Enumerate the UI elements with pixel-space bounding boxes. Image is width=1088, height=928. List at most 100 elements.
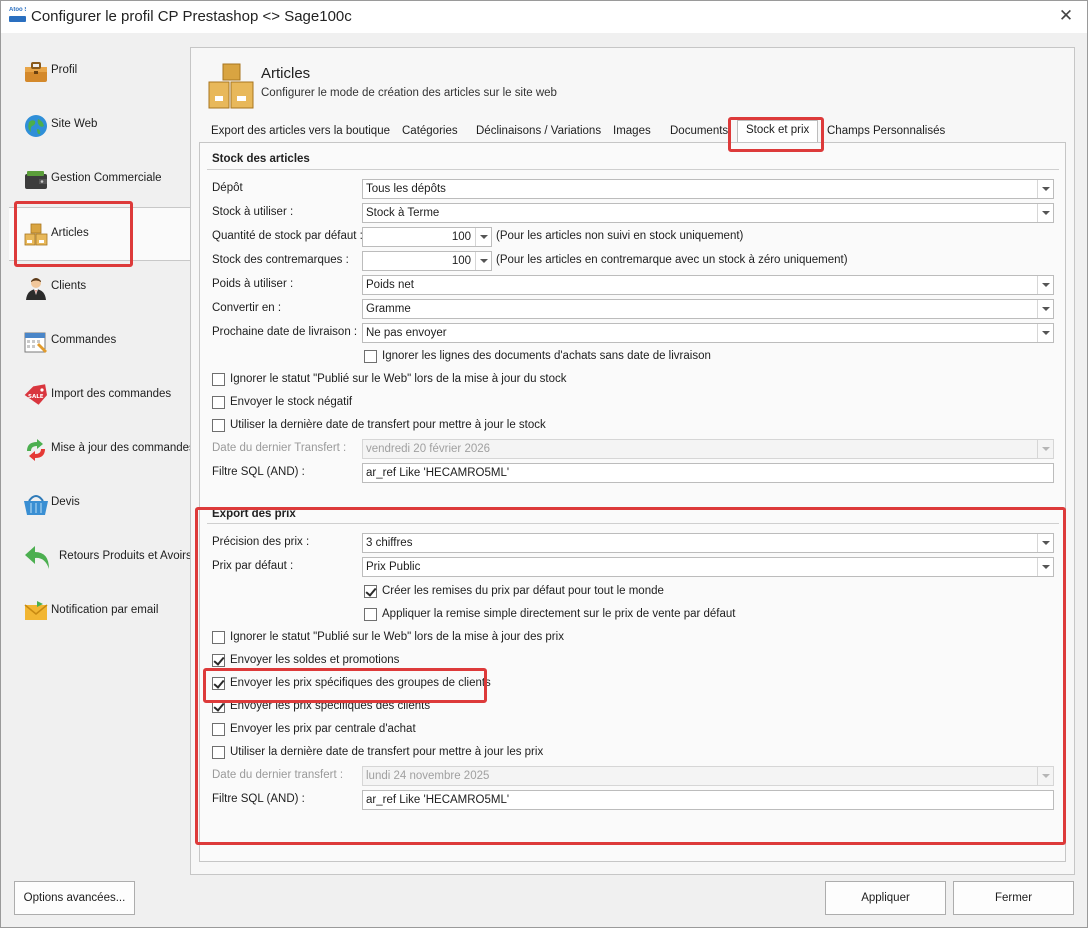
sidebar-item-label: Commandes xyxy=(51,334,117,346)
sidebar-item-label: Clients xyxy=(51,280,87,292)
checkbox-label: Ignorer le statut "Publié sur le Web" lo… xyxy=(230,373,567,385)
precision-select[interactable]: 3 chiffres xyxy=(362,533,1054,553)
checkbox-box xyxy=(364,585,377,598)
sidebar-item-label: Mise à jour des commandes xyxy=(51,442,195,454)
chevron-down-icon[interactable] xyxy=(475,228,491,246)
checkbox-box xyxy=(212,723,225,736)
sidebar-item-notification-email[interactable]: Notification par email xyxy=(9,585,191,639)
sidebar-item-label: Gestion Commerciale xyxy=(51,172,162,184)
briefcase-icon xyxy=(25,62,47,82)
basket-icon xyxy=(24,495,48,515)
chevron-down-icon xyxy=(1037,440,1053,458)
checkbox-label: Envoyer le stock négatif xyxy=(230,396,353,408)
sale-tag-icon: SALE xyxy=(24,384,48,405)
checkbox-box xyxy=(212,746,225,759)
tab-stock-et-prix[interactable]: Stock et prix xyxy=(737,120,819,142)
sidebar-item-mise-a-jour-commandes[interactable]: Mise à jour des commandes xyxy=(9,423,195,477)
chevron-down-icon xyxy=(1037,534,1053,552)
stock-sql-label: Filtre SQL (AND) : xyxy=(212,466,305,478)
checkbox-box xyxy=(364,350,377,363)
advanced-options-button[interactable]: Options avancées... xyxy=(14,881,135,915)
sidebar-item-label: Import des commandes xyxy=(51,388,172,400)
contremarque-spinner[interactable]: 100 xyxy=(362,251,492,271)
sidebar-item-site-web[interactable]: Site Web xyxy=(9,99,191,153)
convert-value: Gramme xyxy=(366,303,411,315)
checkbox-label: Envoyer les prix par centrale d'achat xyxy=(230,723,416,735)
sidebar-item-label: Articles xyxy=(51,227,89,239)
default-price-select[interactable]: Prix Public xyxy=(362,557,1054,577)
checkbox-label: Utiliser la dernière date de transfert p… xyxy=(230,746,544,758)
prices-sql-value: ar_ref Like 'HECAMRO5ML' xyxy=(366,794,510,806)
chevron-down-icon xyxy=(1037,300,1053,318)
weight-select[interactable]: Poids net xyxy=(362,275,1054,295)
boxes-header-icon xyxy=(208,63,254,109)
checkbox-label: Utiliser la dernière date de transfert p… xyxy=(230,419,546,431)
wallet-icon xyxy=(25,171,47,189)
checkbox-box xyxy=(212,373,225,386)
return-arrow-icon xyxy=(25,546,49,569)
chevron-down-icon xyxy=(1037,204,1053,222)
tab-declinaisons[interactable]: Déclinaisons / Variations xyxy=(476,122,601,142)
chevron-down-icon[interactable] xyxy=(475,252,491,270)
stock-last-transfer-label: Date du dernier Transfert : xyxy=(212,442,347,454)
checkbox-box xyxy=(364,608,377,621)
sidebar-item-import-commandes[interactable]: SALE Import des commandes xyxy=(9,369,191,423)
sidebar-item-commandes[interactable]: Commandes xyxy=(9,315,191,369)
page-title: Articles xyxy=(261,65,311,82)
convert-label: Convertir en : xyxy=(212,302,282,314)
tab-images[interactable]: Images xyxy=(613,122,651,142)
stock-use-select[interactable]: Stock à Terme xyxy=(362,203,1054,223)
sidebar-item-clients[interactable]: Clients xyxy=(9,261,191,315)
page-subtitle: Configurer le mode de création des artic… xyxy=(261,87,557,99)
sidebar-item-profil[interactable]: Profil xyxy=(9,45,191,99)
checkbox-box xyxy=(212,419,225,432)
sidebar-item-articles[interactable]: Articles xyxy=(9,207,191,261)
checkbox-box xyxy=(212,631,225,644)
checkbox-label: Appliquer la remise simple directement s… xyxy=(382,608,736,620)
default-price-label: Prix par défaut : xyxy=(212,560,294,572)
qty-default-spinner[interactable]: 100 xyxy=(362,227,492,247)
prices-last-transfer-value: lundi 24 novembre 2025 xyxy=(366,770,490,782)
prices-sql-input[interactable]: ar_ref Like 'HECAMRO5ML' xyxy=(362,790,1054,810)
app-logo-icon: Atoo Sync xyxy=(9,7,26,24)
checkbox-box xyxy=(212,654,225,667)
checkbox-label: Envoyer les prix spécifiques des groupes… xyxy=(230,677,491,689)
checkbox-box xyxy=(212,677,225,690)
checkbox-label: Ignorer les lignes des documents d'achat… xyxy=(382,350,711,362)
checkbox-label: Envoyer les soldes et promotions xyxy=(230,654,400,666)
chevron-down-icon xyxy=(1037,767,1053,785)
title-bar: Atoo Sync Configurer le profil CP Presta… xyxy=(1,1,1087,33)
sidebar-item-retours-produits[interactable]: Retours Produits et Avoirs xyxy=(9,531,192,585)
app-logo-text: Atoo Sync xyxy=(9,7,26,13)
delivery-value: Ne pas envoyer xyxy=(366,327,447,339)
tab-champs-personnalises[interactable]: Champs Personnalisés xyxy=(827,122,945,142)
tab-documents[interactable]: Documents xyxy=(670,122,728,142)
contremarque-note: (Pour les articles en contremarque avec … xyxy=(496,254,848,266)
delivery-select[interactable]: Ne pas envoyer xyxy=(362,323,1054,343)
sidebar-item-devis[interactable]: Devis xyxy=(9,477,191,531)
stock-sql-input[interactable]: ar_ref Like 'HECAMRO5ML' xyxy=(362,463,1054,483)
stock-section-divider xyxy=(207,169,1059,170)
depot-select[interactable]: Tous les dépôts xyxy=(362,179,1054,199)
close-button[interactable]: Fermer xyxy=(953,881,1074,915)
convert-select[interactable]: Gramme xyxy=(362,299,1054,319)
tab-strip: Export des articles vers la boutique Cat… xyxy=(201,120,1061,142)
depot-label: Dépôt xyxy=(212,182,243,194)
apply-button[interactable]: Appliquer xyxy=(825,881,946,915)
tab-export-articles[interactable]: Export des articles vers la boutique xyxy=(211,122,390,142)
checkbox-label: Ignorer le statut "Publié sur le Web" lo… xyxy=(230,631,564,643)
qty-default-note: (Pour les articles non suivi en stock un… xyxy=(496,230,744,242)
stock-use-value: Stock à Terme xyxy=(366,207,440,219)
chevron-down-icon xyxy=(1037,180,1053,198)
prices-section-title: Export des prix xyxy=(212,508,296,520)
close-window-button[interactable]: ✕ xyxy=(1055,6,1077,26)
weight-value: Poids net xyxy=(366,279,414,291)
svg-text:SALE: SALE xyxy=(28,394,44,400)
tab-categories[interactable]: Catégories xyxy=(402,122,458,142)
chevron-down-icon xyxy=(1037,558,1053,576)
weight-label: Poids à utiliser : xyxy=(212,278,294,290)
sidebar-item-gestion-commerciale[interactable]: Gestion Commerciale xyxy=(9,153,191,207)
window-title: Configurer le profil CP Prestashop <> Sa… xyxy=(31,8,352,25)
checkbox-box xyxy=(212,396,225,409)
sidebar-item-label: Devis xyxy=(51,496,80,508)
